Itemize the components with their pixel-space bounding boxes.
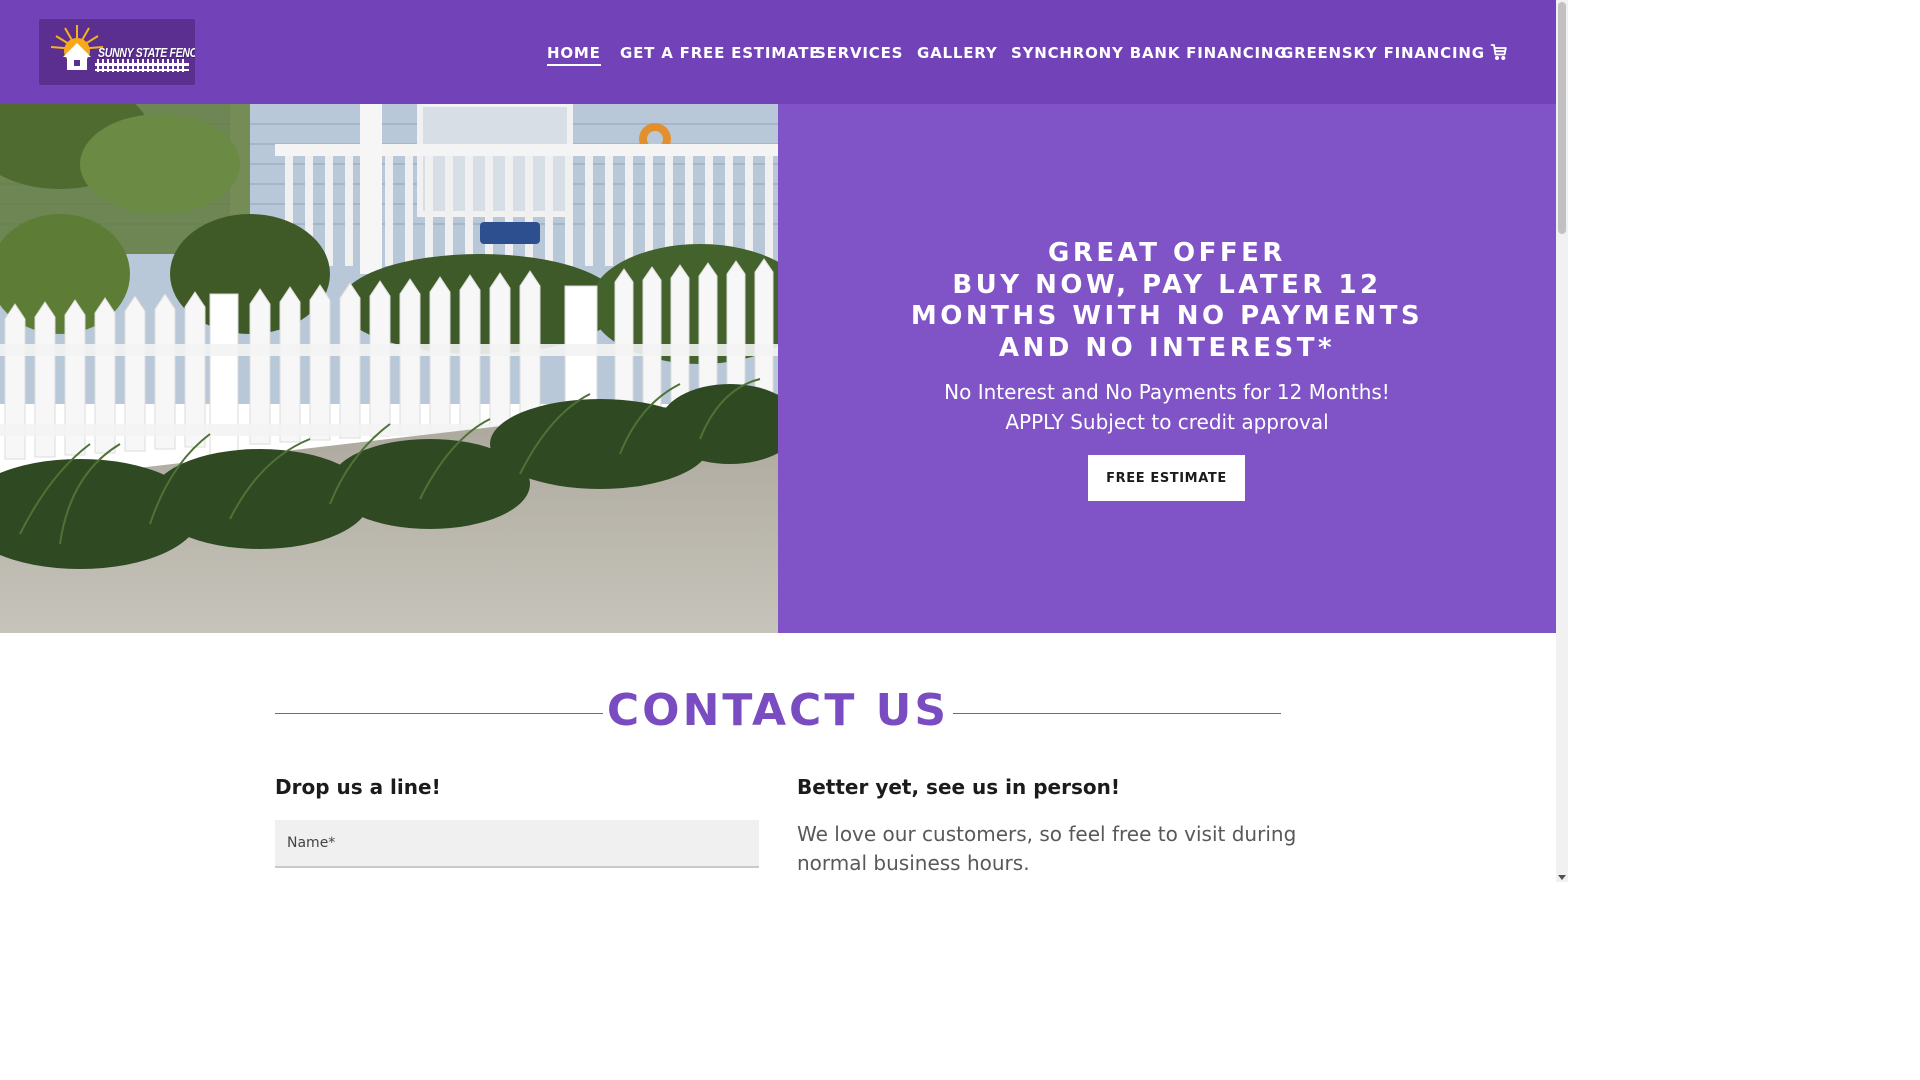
hero-offer-panel: GREAT OFFER BUY NOW, PAY LATER 12 MONTHS… (778, 104, 1556, 633)
title-divider-right (953, 713, 1281, 714)
hero-subtext: No Interest and No Payments for 12 Month… (778, 377, 1556, 437)
nav-gallery[interactable]: GALLERY (917, 44, 997, 62)
hero-heading-line: GREAT OFFER (1048, 238, 1286, 268)
contact-title: CONTACT US (606, 685, 950, 736)
free-estimate-button[interactable]: FREE ESTIMATE (1088, 455, 1245, 501)
visit-us-heading: Better yet, see us in person! (797, 775, 1120, 799)
name-field[interactable] (275, 820, 759, 868)
scrollbar-thumb[interactable] (1558, 2, 1566, 234)
hero-heading: GREAT OFFER BUY NOW, PAY LATER 12 MONTHS… (778, 238, 1556, 364)
title-divider-left (275, 713, 603, 714)
hero-heading-line: AND NO INTEREST* (998, 332, 1336, 363)
logo-text: SUNNY STATE FENCE (98, 45, 195, 60)
nav-services[interactable]: SERVICES (815, 44, 903, 62)
hero-heading-line: MONTHS WITH NO PAYMENTS (910, 301, 1424, 331)
nav-greensky-financing[interactable]: GREENSKY FINANCING (1281, 44, 1485, 62)
hero-heading-line: BUY NOW, PAY LATER 12 (952, 269, 1382, 300)
hero-fence-photo (0, 104, 778, 633)
visit-us-text: We love our customers, so feel free to v… (797, 822, 1297, 875)
scroll-down-arrow-icon[interactable] (1558, 875, 1566, 880)
hero-subtext-line: No Interest and No Payments for 12 Month… (944, 380, 1390, 404)
nav-home[interactable]: HOME (547, 44, 601, 66)
nav-synchrony-bank-financing[interactable]: SYNCHRONY BANK FINANCING (1011, 44, 1287, 62)
site-header: SUNNY STATE FENCE HOME GET A FREE ESTIMA… (0, 0, 1556, 104)
page-scrollbar[interactable] (1556, 0, 1568, 882)
drop-us-a-line-heading: Drop us a line! (275, 775, 441, 799)
company-logo[interactable]: SUNNY STATE FENCE (39, 19, 195, 85)
hero-subtext-line: APPLY Subject to credit approval (1005, 410, 1329, 434)
nav-get-a-free-estimate[interactable]: GET A FREE ESTIMATE (620, 44, 820, 62)
shopping-cart-icon[interactable] (1490, 43, 1508, 61)
